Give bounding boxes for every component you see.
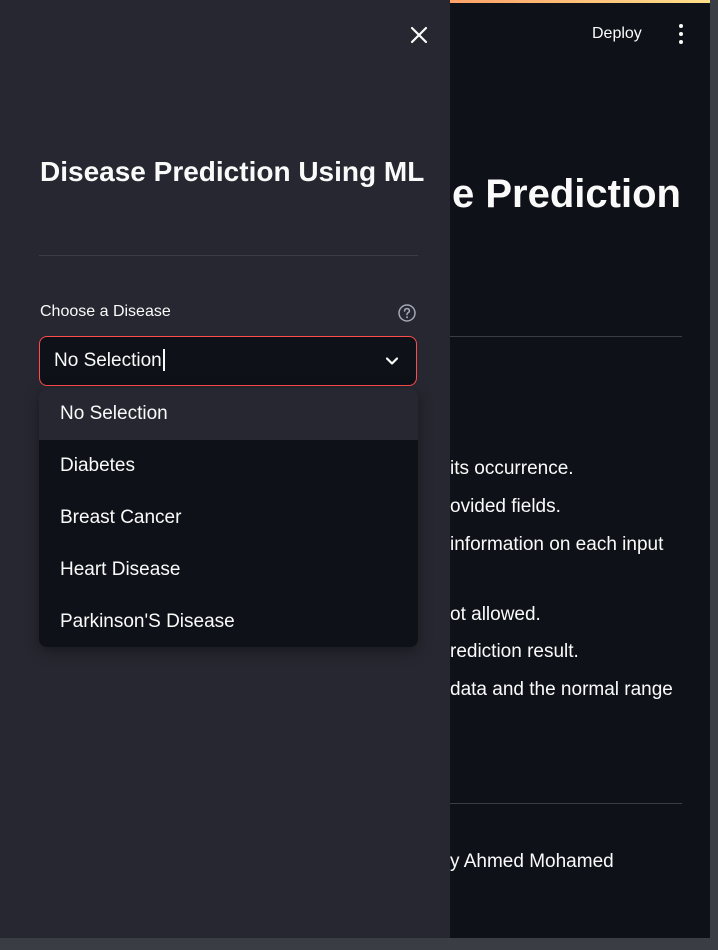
instruction-line: ovided fields.: [450, 496, 561, 517]
app-window: Deploy e Prediction its occurrence. ovid…: [0, 0, 710, 938]
instruction-line: information on each input: [450, 534, 664, 555]
text-caret: [162, 349, 165, 371]
divider: [450, 336, 682, 337]
instruction-line: ot allowed.: [450, 604, 541, 625]
select-value-wrap: No Selection: [54, 349, 165, 372]
divider: [450, 803, 682, 804]
select-dropdown: No Selection Diabetes Breast Cancer Hear…: [39, 388, 418, 647]
footer-credit: y Ahmed Mohamed: [450, 851, 614, 872]
select-value: No Selection: [54, 350, 162, 372]
instruction-line: its occurrence.: [450, 458, 574, 479]
sidebar: Disease Prediction Using ML Choose a Dis…: [0, 0, 450, 938]
dropdown-option[interactable]: Breast Cancer: [39, 492, 418, 544]
disease-select[interactable]: No Selection: [39, 336, 417, 386]
close-icon: [410, 26, 428, 44]
dropdown-option[interactable]: Heart Disease: [39, 544, 418, 596]
kebab-menu-icon[interactable]: [672, 20, 690, 48]
page-title: e Prediction: [452, 172, 681, 216]
instruction-line: data and the normal range: [450, 679, 673, 700]
sidebar-title: Disease Prediction Using ML: [40, 156, 425, 187]
dropdown-option[interactable]: No Selection: [39, 388, 418, 440]
chevron-down-icon[interactable]: [384, 353, 400, 369]
select-label: Choose a Disease: [40, 303, 171, 320]
dropdown-option[interactable]: Parkinson'S Disease: [39, 596, 418, 647]
dropdown-option[interactable]: Diabetes: [39, 440, 418, 492]
question-circle-icon[interactable]: [398, 304, 416, 322]
close-sidebar-button[interactable]: [406, 22, 432, 48]
sidebar-divider: [39, 255, 418, 256]
deploy-button[interactable]: Deploy: [582, 20, 652, 48]
instruction-line: rediction result.: [450, 641, 579, 662]
